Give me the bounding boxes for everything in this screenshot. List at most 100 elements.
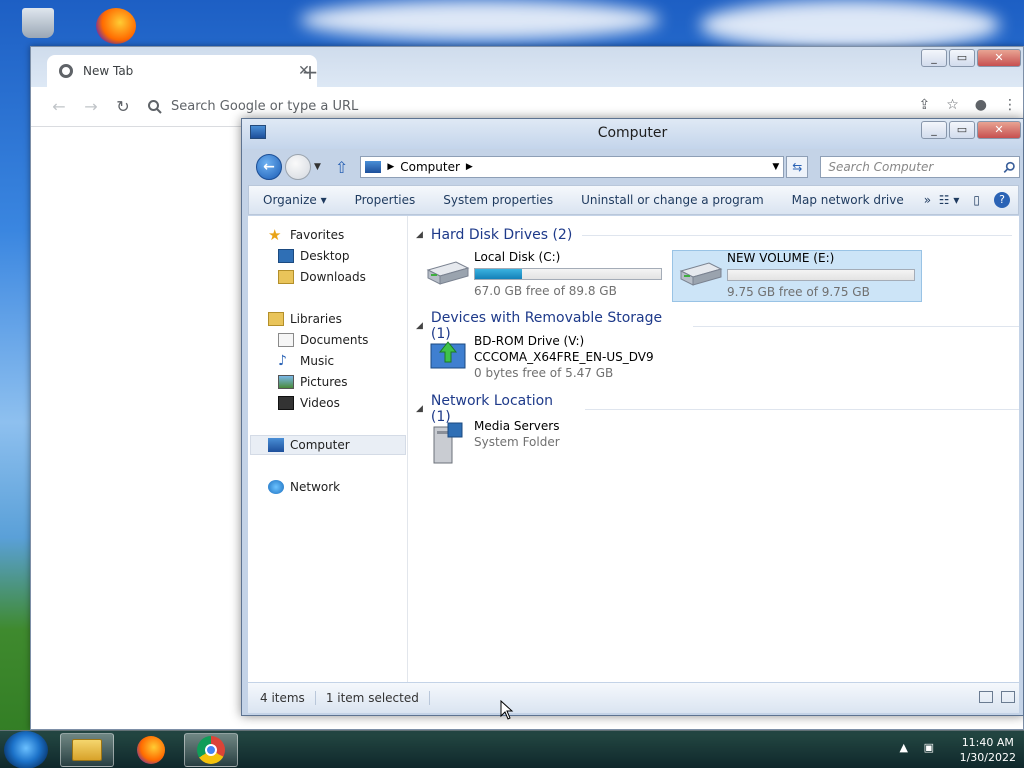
drive-v[interactable]: BD-ROM Drive (V:) CCCOMA_X64FRE_EN-US_DV…: [420, 334, 670, 384]
tab-new-tab[interactable]: New Tab ✕: [47, 55, 317, 87]
refresh-button[interactable]: ⇆: [786, 156, 809, 178]
computer-icon: [365, 161, 382, 173]
item-type: System Folder: [474, 435, 560, 449]
disc-label: CCCOMA_X64FRE_EN-US_DV9: [474, 350, 654, 364]
minimize-button[interactable]: _: [921, 121, 947, 139]
firefox-desktop-icon[interactable]: [96, 8, 136, 44]
chrome-window-controls: _ ▭ ✕: [921, 49, 1021, 67]
search-icon: [148, 99, 162, 114]
reload-icon[interactable]: ↻: [107, 97, 139, 116]
hard-drive-icon: [679, 262, 723, 286]
group-header-hdd[interactable]: ◢ Hard Disk Drives (2): [416, 227, 1013, 243]
share-icon[interactable]: ⇪: [918, 97, 930, 113]
videos-icon: [278, 396, 294, 410]
close-button[interactable]: ✕: [977, 121, 1021, 139]
nav-item-computer[interactable]: Computer: [268, 438, 350, 452]
drive-free-space: 67.0 GB free of 89.8 GB: [474, 284, 617, 298]
properties-button[interactable]: Properties: [341, 193, 430, 207]
nav-item-downloads[interactable]: Downloads: [278, 270, 366, 284]
nav-item-libraries[interactable]: Libraries: [268, 312, 342, 326]
nav-item-pictures[interactable]: Pictures: [278, 375, 348, 389]
nav-item-desktop[interactable]: Desktop: [278, 249, 350, 263]
system-properties-button[interactable]: System properties: [429, 193, 567, 207]
status-bar: 4 items 1 item selected: [248, 683, 1019, 713]
help-icon[interactable]: ?: [994, 192, 1010, 208]
collapse-triangle-icon[interactable]: ◢: [416, 321, 423, 331]
close-button[interactable]: ✕: [977, 49, 1021, 67]
search-input[interactable]: Search Computer: [820, 156, 1021, 178]
search-icon[interactable]: [1003, 161, 1016, 174]
start-button[interactable]: [4, 731, 48, 768]
taskbar-explorer-button[interactable]: [60, 733, 114, 767]
uninstall-program-button[interactable]: Uninstall or change a program: [567, 193, 778, 207]
profile-icon[interactable]: ●: [975, 97, 987, 113]
forward-arrow-icon[interactable]: →: [75, 97, 107, 116]
new-tab-button[interactable]: +: [297, 59, 323, 85]
forward-button[interactable]: [285, 154, 311, 180]
drive-name: Local Disk (C:): [474, 250, 561, 264]
window-title: Computer: [597, 125, 668, 141]
recent-pages-chevron-icon[interactable]: ▼: [314, 162, 321, 172]
address-row: ← ▼ ⇧ ▶ Computer ▶ ▼ ⇆ Search Computer: [242, 149, 1023, 185]
taskbar-chrome-button[interactable]: [184, 733, 238, 767]
drive-e[interactable]: NEW VOLUME (E:) 9.75 GB free of 9.75 GB: [672, 250, 922, 302]
chrome-favicon-icon: [59, 64, 73, 78]
taskbar-firefox-button[interactable]: [124, 733, 178, 767]
clock[interactable]: 11:40 AM 1/30/2022: [960, 735, 1016, 765]
chevron-right-icon[interactable]: ▶: [387, 162, 394, 172]
back-button[interactable]: ←: [256, 154, 282, 180]
up-arrow-icon[interactable]: ⇧: [335, 158, 348, 177]
large-icons-view-icon[interactable]: [1001, 691, 1015, 703]
address-bar[interactable]: ▶ Computer ▶ ▼: [360, 156, 785, 178]
nav-item-favorites[interactable]: ★ Favorites: [268, 228, 344, 243]
content-pane: ◢ Hard Disk Drives (2) Local Disk (C:) 6…: [416, 216, 1019, 682]
drive-name: NEW VOLUME (E:): [727, 251, 835, 265]
omnibox[interactable]: Search Google or type a URL: [147, 92, 917, 122]
show-hidden-icons-icon[interactable]: ▲: [900, 741, 908, 754]
details-view-icon[interactable]: [979, 691, 993, 703]
explorer-body: ★ Favorites Desktop Downloads Libraries …: [248, 216, 1019, 682]
nav-item-network[interactable]: Network: [268, 480, 340, 494]
drive-free-space: 0 bytes free of 5.47 GB: [474, 366, 614, 380]
recycle-bin-icon[interactable]: [22, 8, 54, 38]
organize-menu[interactable]: Organize ▾: [249, 193, 341, 207]
item-count: 4 items: [248, 691, 316, 705]
network-globe-icon: [268, 480, 284, 494]
nav-item-documents[interactable]: Documents: [278, 333, 368, 347]
navigation-pane: ★ Favorites Desktop Downloads Libraries …: [248, 216, 408, 682]
command-bar: Organize ▾ Properties System properties …: [248, 185, 1019, 215]
maximize-button[interactable]: ▭: [949, 121, 975, 139]
chrome-toolbar-right: ⇪ ☆ ● ⋮: [918, 97, 1017, 113]
address-dropdown-icon[interactable]: ▼: [772, 162, 779, 172]
breadcrumb[interactable]: Computer: [400, 160, 460, 174]
nav-item-videos[interactable]: Videos: [278, 396, 340, 410]
menu-kebab-icon[interactable]: ⋮: [1003, 97, 1017, 113]
preview-pane-icon[interactable]: ▯: [973, 193, 980, 207]
back-arrow-icon[interactable]: ←: [43, 97, 75, 116]
collapse-triangle-icon[interactable]: ◢: [416, 230, 423, 240]
collapse-triangle-icon[interactable]: ◢: [416, 404, 423, 414]
drive-c[interactable]: Local Disk (C:) 67.0 GB free of 89.8 GB: [420, 250, 670, 300]
tab-title: New Tab: [83, 64, 134, 78]
disk-usage-bar: [474, 268, 662, 280]
view-toggles: [979, 691, 1015, 703]
chevron-right-icon[interactable]: ▶: [466, 162, 473, 172]
nav-item-music[interactable]: ♪ Music: [278, 354, 334, 368]
network-tray-icon[interactable]: ▣: [924, 741, 934, 754]
maximize-button[interactable]: ▭: [949, 49, 975, 67]
clock-time: 11:40 AM: [961, 736, 1014, 749]
minimize-button[interactable]: _: [921, 49, 947, 67]
more-commands-button[interactable]: »: [918, 193, 937, 207]
taskbar: ▲ ▣ 11:40 AM 1/30/2022: [0, 730, 1024, 768]
change-view-icon[interactable]: ☷ ▾: [939, 193, 960, 207]
omnibox-placeholder: Search Google or type a URL: [171, 99, 359, 114]
music-note-icon: ♪: [278, 353, 287, 369]
media-servers-item[interactable]: Media Servers System Folder: [420, 419, 670, 465]
map-network-drive-button[interactable]: Map network drive: [778, 193, 918, 207]
item-name: Media Servers: [474, 419, 560, 433]
desktop-icon: [278, 249, 294, 263]
bookmark-star-icon[interactable]: ☆: [946, 97, 959, 113]
pictures-icon: [278, 375, 294, 389]
libraries-icon: [268, 312, 284, 326]
mouse-cursor-icon: [500, 700, 514, 720]
